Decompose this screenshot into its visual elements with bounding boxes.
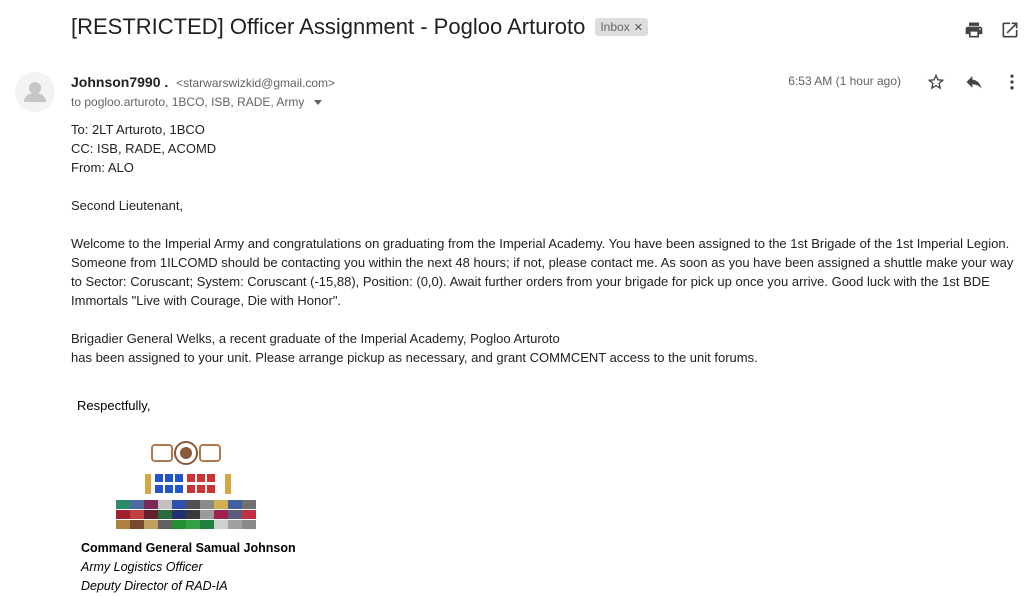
signature-role-2: Deputy Director of RAD-IA <box>81 579 228 593</box>
sender-email: <starwarswizkid@gmail.com> <box>176 76 336 90</box>
more-vertical-icon[interactable] <box>1002 72 1022 92</box>
ribbon-rack-image <box>112 438 262 533</box>
star-icon[interactable] <box>926 72 946 92</box>
body-to: To: 2LT Arturoto, 1BCO <box>71 122 205 137</box>
signature-name: Command General Samual Johnson <box>81 541 296 555</box>
person-icon <box>24 82 46 102</box>
sender-avatar[interactable] <box>15 72 55 112</box>
sender-name[interactable]: Johnson7990 . <box>71 74 168 90</box>
recipients-line: to pogloo.arturoto, 1BCO, ISB, RADE, Arm… <box>71 95 323 109</box>
body-paragraph-2-line-1: Brigadier General Welks, a recent gradua… <box>71 331 560 346</box>
message-time: 6:53 AM (1 hour ago) <box>788 74 901 88</box>
signature-block: Command General Samual Johnson Army Logi… <box>81 539 296 596</box>
inbox-label-text: Inbox <box>600 20 630 34</box>
body-paragraph-2-line-2: has been assigned to your unit. Please a… <box>71 350 758 365</box>
print-icon[interactable] <box>964 20 984 40</box>
reply-icon[interactable] <box>964 72 984 92</box>
subject-row: [RESTRICTED] Officer Assignment - Pogloo… <box>71 14 648 40</box>
signature-closing: Respectfully, <box>77 398 151 413</box>
remove-label-icon[interactable]: ✕ <box>634 21 643 34</box>
body-from: From: ALO <box>71 160 134 175</box>
message-body: To: 2LT Arturoto, 1BCO CC: ISB, RADE, AC… <box>71 120 1021 367</box>
body-cc: CC: ISB, RADE, ACOMD <box>71 141 217 156</box>
sender-line: Johnson7990 . <starwarswizkid@gmail.com> <box>71 74 335 90</box>
thread-actions <box>964 20 1020 40</box>
email-subject: [RESTRICTED] Officer Assignment - Pogloo… <box>71 14 586 39</box>
show-details-icon[interactable] <box>314 99 323 105</box>
signature-role-1: Army Logistics Officer <box>81 560 203 574</box>
body-paragraph-1: Welcome to the Imperial Army and congrat… <box>71 236 1014 308</box>
body-greeting: Second Lieutenant, <box>71 198 184 213</box>
message-actions <box>926 72 1022 92</box>
inbox-label-chip[interactable]: Inbox ✕ <box>595 18 648 36</box>
recipients-text: to pogloo.arturoto, 1BCO, ISB, RADE, Arm… <box>71 95 305 109</box>
open-in-new-window-icon[interactable] <box>1000 20 1020 40</box>
